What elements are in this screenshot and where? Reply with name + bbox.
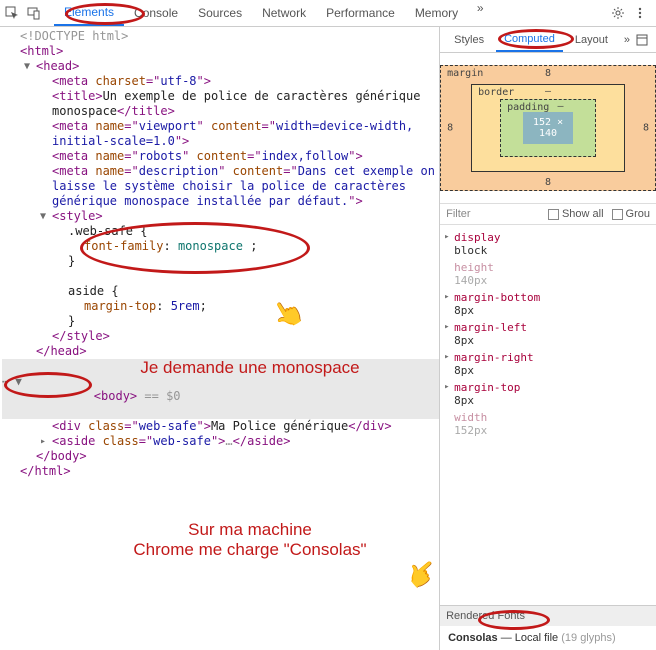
bm-margin-top: 8 <box>545 68 551 79</box>
tree-html-close[interactable]: </html> <box>2 464 439 479</box>
tree-head-open[interactable]: ▼<head> <box>2 59 439 74</box>
tree-html-open[interactable]: <html> <box>2 44 439 59</box>
tab-console[interactable]: Console <box>124 0 188 26</box>
computed-prop-margin-left[interactable]: ▸margin-left8px <box>444 319 652 349</box>
computed-prop-margin-top[interactable]: ▸margin-top8px <box>444 379 652 409</box>
device-toggle-icon[interactable] <box>26 5 42 21</box>
tree-head-close[interactable]: </head> <box>2 344 439 359</box>
computed-prop-width[interactable]: width152px <box>444 409 652 439</box>
tree-body-open[interactable]: ⋯ ▼ <body> == $0 <box>2 359 439 419</box>
css-rule2-close[interactable]: } <box>2 314 439 329</box>
show-all-checkbox[interactable] <box>548 209 559 220</box>
tree-doctype[interactable]: <!DOCTYPE html> <box>2 29 439 44</box>
tree-meta-description[interactable]: <meta name="description" content="Dans c… <box>2 164 439 209</box>
tree-div-websafe[interactable]: <div class="web-safe">Ma Police génériqu… <box>2 419 439 434</box>
bm-margin-label: margin <box>447 68 483 79</box>
subtab-layout[interactable]: Layout <box>567 27 616 52</box>
rendered-font-name: Consolas <box>448 632 498 644</box>
filter-input[interactable]: Filter <box>446 208 470 220</box>
box-model-diagram[interactable]: margin 8 8 8 8 border – padding – 152 × … <box>440 53 656 204</box>
tree-title[interactable]: <title>Un exemple de police de caractère… <box>2 89 439 119</box>
computed-properties-list[interactable]: ▸displayblockheight140px▸margin-bottom8p… <box>440 225 656 443</box>
css-rule2-decl[interactable]: margin-top: 5rem; <box>2 299 439 314</box>
bm-border-top: – <box>545 86 551 97</box>
tree-meta-viewport[interactable]: <meta name="viewport" content="width=dev… <box>2 119 439 149</box>
main-tabs: Elements Console Sources Network Perform… <box>54 0 488 26</box>
computed-prop-margin-bottom[interactable]: ▸margin-bottom8px <box>444 289 652 319</box>
tree-meta-robots[interactable]: <meta name="robots" content="index,follo… <box>2 149 439 164</box>
tree-aside[interactable]: ▸<aside class="web-safe">…</aside> <box>2 434 439 449</box>
group-checkbox[interactable] <box>612 209 623 220</box>
rendered-fonts-header: Rendered Fonts <box>440 606 656 626</box>
devtools-toolbar: Elements Console Sources Network Perform… <box>0 0 656 27</box>
kebab-menu-icon[interactable] <box>632 5 648 21</box>
group-label: Grou <box>626 208 650 220</box>
computed-prop-display[interactable]: ▸displayblock <box>444 229 652 259</box>
more-tabs-icon[interactable]: » <box>472 0 488 16</box>
rendered-fonts-body: Consolas — Local file (19 glyphs) <box>440 626 656 650</box>
computed-pane: Styles Computed Layout » margin 8 8 8 8 … <box>440 27 656 650</box>
bm-border-label: border <box>478 87 514 98</box>
inspect-icon[interactable] <box>4 5 20 21</box>
computed-prop-height[interactable]: height140px <box>444 259 652 289</box>
bm-margin-bottom: 8 <box>545 177 551 188</box>
tab-sources[interactable]: Sources <box>188 0 252 26</box>
rendered-font-source: Local file <box>515 632 558 644</box>
tab-performance[interactable]: Performance <box>316 0 405 26</box>
tab-memory[interactable]: Memory <box>405 0 468 26</box>
settings-gear-icon[interactable] <box>610 5 626 21</box>
tree-body-close[interactable]: </body> <box>2 449 439 464</box>
computed-filter-row: Filter Show all Grou <box>440 204 656 225</box>
tree-meta-charset[interactable]: <meta charset="utf-8"> <box>2 74 439 89</box>
rendered-font-glyphs: (19 glyphs) <box>561 632 615 644</box>
elements-tree-pane[interactable]: <!DOCTYPE html> <html> ▼<head> <meta cha… <box>0 27 440 650</box>
subtab-computed[interactable]: Computed <box>496 27 563 52</box>
tab-elements[interactable]: Elements <box>54 0 124 26</box>
sidebar-subtabs: Styles Computed Layout » <box>440 27 656 53</box>
bm-margin-right: 8 <box>643 123 649 134</box>
css-rule1-selector[interactable]: .web-safe { <box>2 224 439 239</box>
css-blank <box>2 269 439 284</box>
tree-style-open[interactable]: ▼<style> <box>2 209 439 224</box>
rendered-fonts-section: Rendered Fonts Consolas — Local file (19… <box>440 605 656 650</box>
css-rule2-selector[interactable]: aside { <box>2 284 439 299</box>
bm-content-size: 152 × 140 <box>523 112 573 144</box>
bm-margin-left: 8 <box>447 123 453 134</box>
tree-style-close[interactable]: </style> <box>2 329 439 344</box>
computed-prop-margin-right[interactable]: ▸margin-right8px <box>444 349 652 379</box>
tab-network[interactable]: Network <box>252 0 316 26</box>
more-subtabs-icon[interactable]: » <box>624 34 630 46</box>
bm-padding-top: – <box>557 101 563 112</box>
bm-padding-label: padding <box>507 102 549 113</box>
show-all-label: Show all <box>562 208 604 220</box>
expand-pane-icon[interactable] <box>634 32 650 48</box>
css-rule1-decl[interactable]: font-family: monospace ; <box>2 239 439 254</box>
subtab-styles[interactable]: Styles <box>446 27 492 52</box>
css-rule1-close[interactable]: } <box>2 254 439 269</box>
